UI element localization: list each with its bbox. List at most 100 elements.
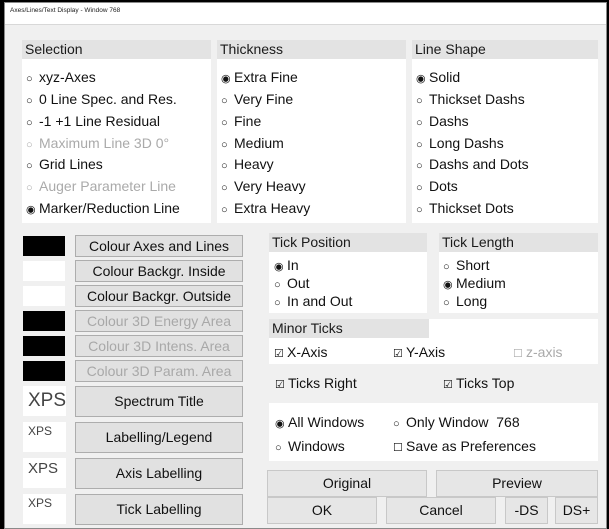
labelling-legend-font-button[interactable]: Labelling/Legend (75, 422, 243, 453)
selection-header: Selection (22, 40, 211, 59)
thickness-option[interactable]: ○ Very Fine (221, 90, 293, 110)
checkbox-icon: ☑ (274, 348, 284, 360)
minus-ds-button[interactable]: -DS (505, 497, 548, 524)
font-sample: XPS (23, 458, 66, 488)
colour-swatch-axes (23, 236, 65, 256)
cancel-button[interactable]: Cancel (386, 497, 496, 524)
tick-position-panel: Tick Position ◉ In ○ Out ○ In and Out (269, 233, 427, 313)
ticks-right-checkbox[interactable]: ☑ Ticks Right (275, 374, 357, 394)
radio-icon: ◉ (275, 418, 285, 430)
radio-icon: ○ (26, 160, 33, 172)
thickness-panel: Thickness ◉ Extra Fine ○ Very Fine ○ Fine ○… (217, 40, 406, 223)
line-shape-header: Line Shape (412, 40, 598, 59)
colour-swatch-param (23, 361, 65, 381)
thickness-header: Thickness (217, 40, 406, 59)
tick-length-option[interactable]: ○ Long (443, 292, 487, 312)
thickness-option[interactable]: ○ Fine (221, 112, 261, 132)
radio-icon: ○ (26, 182, 33, 194)
selection-option[interactable]: ○ -1 +1 Line Residual (26, 112, 160, 132)
font-sample: XPS (23, 494, 66, 524)
tick-length-option[interactable]: ◉ Medium (443, 274, 506, 294)
plus-ds-button[interactable]: DS+ (555, 497, 598, 524)
ok-button[interactable]: OK (267, 497, 377, 524)
colour-intens-button: Colour 3D Intens. Area (75, 335, 243, 357)
colour-outside-button[interactable]: Colour Backgr. Outside (75, 285, 243, 307)
selection-panel: Selection ○ xyz-Axes ○ 0 Line Spec. and Re… (22, 40, 211, 223)
minor-ticks-panel: Minor Ticks ☑ X-Axis ☑ Y-Axis ☐ z-axis (269, 319, 598, 364)
line-shape-option[interactable]: ○ Dashs and Dots (416, 155, 529, 175)
thickness-option[interactable]: ◉ Extra Fine (221, 68, 298, 88)
colour-param-button: Colour 3D Param. Area (75, 360, 243, 382)
checkbox-icon: ☑ (393, 348, 403, 360)
only-window-radio[interactable]: ○ Only Window 768 (393, 413, 520, 433)
line-shape-option[interactable]: ○ Dashs (416, 112, 469, 132)
radio-icon: ○ (221, 117, 228, 129)
selection-option[interactable]: ○ xyz-Axes (26, 68, 96, 88)
checkbox-icon: ☐ (513, 348, 523, 360)
font-sample: XPS (23, 422, 66, 452)
checkbox-icon: ☑ (443, 379, 453, 391)
radio-icon: ○ (443, 297, 450, 309)
radio-icon: ◉ (26, 204, 36, 216)
thickness-option[interactable]: ○ Extra Heavy (221, 199, 310, 219)
radio-icon: ○ (393, 418, 400, 430)
selection-option[interactable]: ○ 0 Line Spec. and Res. (26, 90, 177, 110)
minor-ticks-x-checkbox[interactable]: ☑ X-Axis (274, 343, 327, 363)
tick-length-option[interactable]: ○ Short (443, 256, 489, 276)
window-title: Axes/Lines/Text Display - Window 768 (5, 3, 606, 25)
ticks-top-checkbox[interactable]: ☑ Ticks Top (443, 374, 514, 394)
original-button[interactable]: Original (267, 470, 427, 497)
line-shape-option[interactable]: ○ Dots (416, 177, 458, 197)
radio-icon: ○ (26, 117, 33, 129)
radio-icon: ○ (221, 204, 228, 216)
radio-icon: ○ (26, 95, 33, 107)
radio-icon: ○ (26, 73, 33, 85)
radio-icon: ○ (26, 139, 33, 151)
tick-position-option[interactable]: ○ Out (274, 274, 310, 294)
radio-icon: ○ (221, 182, 228, 194)
axis-labelling-font-button[interactable]: Axis Labelling (75, 458, 243, 489)
selection-option[interactable]: ◉ Marker/Reduction Line (26, 199, 180, 219)
tick-labelling-font-button[interactable]: Tick Labelling (75, 494, 243, 525)
radio-icon: ○ (221, 160, 228, 172)
colour-swatch-inside (23, 261, 65, 281)
minor-ticks-y-checkbox[interactable]: ☑ Y-Axis (393, 343, 445, 363)
radio-icon: ○ (416, 160, 423, 172)
tick-position-option[interactable]: ◉ In (274, 256, 299, 276)
windows-radio[interactable]: ○ Windows (275, 437, 345, 457)
all-windows-radio[interactable]: ◉ All Windows (275, 413, 364, 433)
save-preferences-checkbox[interactable]: ☐ Save as Preferences (393, 437, 536, 457)
spectrum-title-font-button[interactable]: Spectrum Title (75, 386, 243, 417)
radio-icon: ○ (274, 297, 281, 309)
minor-ticks-header: Minor Ticks (269, 319, 429, 338)
colour-swatch-intens (23, 336, 65, 356)
line-shape-option[interactable]: ○ Long Dashs (416, 134, 504, 154)
radio-icon: ○ (416, 95, 423, 107)
colour-axes-button[interactable]: Colour Axes and Lines (75, 235, 243, 257)
tick-length-header: Tick Length (439, 233, 598, 252)
tick-position-option[interactable]: ○ In and Out (274, 292, 352, 312)
radio-icon: ○ (221, 139, 228, 151)
thickness-option[interactable]: ○ Very Heavy (221, 177, 306, 197)
line-shape-option[interactable]: ○ Thickset Dashs (416, 90, 525, 110)
radio-icon: ○ (416, 139, 423, 151)
preview-button[interactable]: Preview (436, 470, 598, 497)
selection-option[interactable]: ○ Grid Lines (26, 155, 103, 175)
colour-swatch-outside (23, 286, 65, 306)
checkbox-icon: ☐ (393, 442, 403, 454)
colour-inside-button[interactable]: Colour Backgr. Inside (75, 260, 243, 282)
apply-scope-panel: ◉ All Windows ○ Only Window 768 ○ Windows ☐… (269, 403, 598, 461)
line-shape-option[interactable]: ◉ Solid (416, 68, 460, 88)
selection-option: ○ Maximum Line 3D 0° (26, 134, 169, 154)
line-shape-option[interactable]: ○ Thickset Dots (416, 199, 514, 219)
window-number: 768 (496, 414, 520, 430)
radio-icon: ○ (221, 95, 228, 107)
selection-option: ○ Auger Parameter Line (26, 177, 176, 197)
thickness-option[interactable]: ○ Heavy (221, 155, 274, 175)
dialog-window: Axes/Lines/Text Display - Window 768 Sel… (4, 2, 607, 529)
thickness-option[interactable]: ○ Medium (221, 134, 284, 154)
radio-icon: ○ (416, 182, 423, 194)
tick-length-panel: Tick Length ○ Short ◉ Medium ○ Long (439, 233, 598, 313)
font-sample: XPS (23, 386, 66, 416)
line-shape-panel: Line Shape ◉ Solid ○ Thickset Dashs ○ Dashs… (412, 40, 598, 223)
